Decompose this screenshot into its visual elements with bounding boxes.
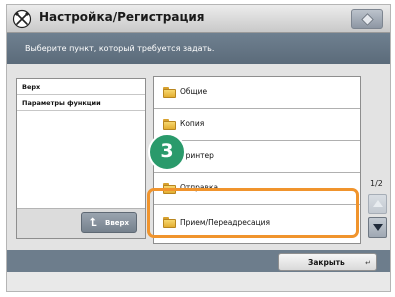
folder-icon <box>163 87 176 98</box>
breadcrumb-footer: ⮤ Вверх <box>17 208 145 238</box>
breadcrumb-item-top[interactable]: Верх <box>17 79 145 95</box>
diamond-icon <box>361 13 374 26</box>
highlight-frame <box>147 188 359 238</box>
settings-window: Настройка/Регистрация Выберите пункт, ко… <box>6 4 391 292</box>
window-title: Настройка/Регистрация <box>39 10 205 24</box>
info-bar: Выберите пункт, который требуется задать… <box>7 33 390 64</box>
list-item-general[interactable]: Общие <box>154 77 360 109</box>
breadcrumb: Верх Параметры функции ⮤ Вверх <box>16 78 146 239</box>
step-number-badge: 3 <box>148 133 186 171</box>
list-item-copy[interactable]: Копия <box>154 109 360 141</box>
instruction-text: Выберите пункт, который требуется задать… <box>25 44 215 53</box>
list-item-label: Общие <box>180 87 208 96</box>
triangle-down-icon <box>373 224 383 231</box>
up-arrow-icon: ⮤ <box>90 216 97 229</box>
triangle-up-icon <box>373 200 383 207</box>
bottom-margin <box>7 272 390 291</box>
scroll-down-button[interactable] <box>368 217 387 238</box>
counter-check-button[interactable] <box>351 9 383 29</box>
page-indicator: 1/2 <box>370 179 383 188</box>
settings-tools-icon <box>12 9 32 29</box>
up-button[interactable]: ⮤ Вверх <box>81 212 137 233</box>
bottom-bar: Закрыть ↵ <box>7 250 390 272</box>
title-bar: Настройка/Регистрация <box>7 5 390 33</box>
folder-icon <box>163 119 176 130</box>
scroll-up-button[interactable] <box>368 194 387 214</box>
breadcrumb-item-function-settings[interactable]: Параметры функции <box>17 95 145 111</box>
list-item-label: Копия <box>180 119 205 128</box>
close-button-label: Закрыть <box>308 258 345 267</box>
close-button[interactable]: Закрыть ↵ <box>278 253 377 271</box>
return-arrow-icon: ↵ <box>365 259 371 267</box>
up-button-label: Вверх <box>105 219 130 227</box>
